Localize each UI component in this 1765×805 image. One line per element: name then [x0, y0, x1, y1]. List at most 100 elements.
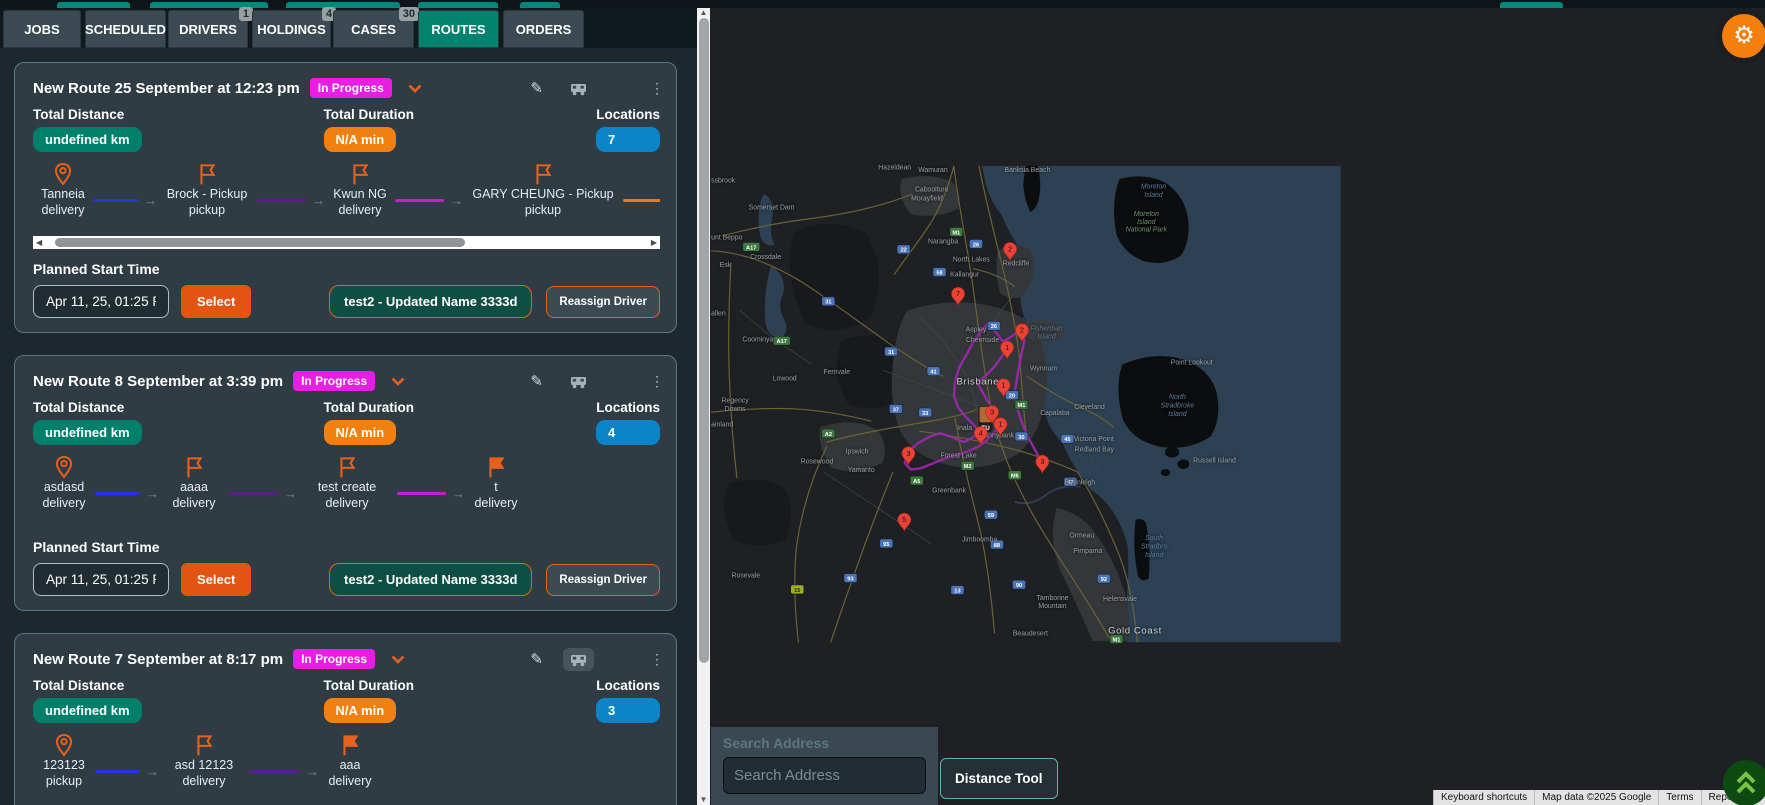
scroll-right-arrow[interactable]: ▶: [648, 238, 660, 247]
status-chevron-down[interactable]: [391, 377, 405, 386]
map-place-label: Chermside: [966, 337, 999, 344]
stops-scrollbar[interactable]: ◀ ▶: [33, 236, 660, 249]
stop-flag-icon: [341, 733, 360, 757]
map-place-label: National Park: [1126, 227, 1168, 234]
total-distance: Total Distance undefined km: [33, 678, 142, 723]
reassign-driver-button[interactable]: Reassign Driver: [546, 285, 660, 318]
map-place-label: Stradbroke: [1161, 402, 1195, 409]
svg-text:3: 3: [990, 409, 994, 417]
route-stop: Tanneia delivery: [33, 162, 93, 234]
stop-pin-icon: [54, 455, 74, 479]
stop-type: delivery: [42, 496, 86, 510]
map-place-label: Mountain: [1038, 603, 1066, 610]
planned-start-time-input[interactable]: [33, 563, 169, 596]
flag-icon: [199, 164, 215, 185]
tab-label: DRIVERS: [179, 21, 237, 37]
attribution-item[interactable]: Terms: [1658, 790, 1701, 805]
tab-scheduled[interactable]: SCHEDULED: [85, 10, 166, 48]
stop-flag-icon: [351, 162, 370, 186]
svg-text:90: 90: [1016, 583, 1022, 589]
collapse-panel-button[interactable]: [1723, 760, 1765, 805]
card-menu-icon[interactable]: ⋮: [650, 373, 664, 390]
planned-start-time-label: Planned Start Time: [33, 261, 160, 277]
svg-text:3: 3: [906, 450, 910, 458]
stop-type: delivery: [328, 774, 372, 788]
map-place-label: Rosevale: [732, 573, 761, 580]
connector-arrow-icon: →: [284, 485, 297, 501]
map-place-label: Island: [1145, 552, 1163, 559]
attribution-item[interactable]: Keyboard shortcuts: [1433, 790, 1535, 805]
distance-tool-button[interactable]: Distance Tool: [940, 758, 1058, 799]
tab-orders[interactable]: ORDERS: [503, 10, 584, 48]
map-place-label: Beenleigh: [1065, 480, 1096, 487]
panel-scrollbar[interactable]: ▲ ▼: [697, 8, 710, 805]
road-shield: 26: [969, 239, 983, 249]
tab-routes[interactable]: ROUTES: [418, 10, 499, 48]
svg-text:58: 58: [936, 270, 942, 276]
scroll-up-arrow[interactable]: ▲: [697, 8, 710, 17]
card-menu-icon[interactable]: ⋮: [650, 651, 664, 668]
tab-jobs[interactable]: JOBS: [3, 10, 81, 48]
total-duration-value: N/A min: [323, 420, 397, 445]
planned-start-time-input[interactable]: [33, 285, 169, 318]
tab-holdings[interactable]: HOLDINGS 4: [252, 7, 336, 48]
svg-text:M1: M1: [1113, 637, 1121, 643]
svg-text:1: 1: [1005, 344, 1009, 352]
svg-text:M1: M1: [1017, 403, 1025, 409]
road-shield: 93: [843, 573, 858, 583]
search-address-input[interactable]: [723, 757, 926, 794]
stops-scrollbar-thumb[interactable]: [55, 238, 465, 247]
total-duration-label: Total Duration: [323, 678, 415, 693]
map-place-label: North: [1169, 394, 1186, 401]
map-canvas[interactable]: M1 26 22 58 A17 31 A17 26 31 41 37 33 20 M1 30 45 A2 M2 M6…: [710, 8, 1765, 805]
scroll-left-arrow[interactable]: ◀: [33, 238, 45, 247]
route-card: New Route 8 September at 3:39 pm In Progr…: [14, 355, 677, 611]
status-badge: In Progress: [309, 78, 392, 98]
card-menu-icon[interactable]: ⋮: [650, 80, 664, 97]
route-metrics-row: Total Distance undefined km Total Duration…: [33, 678, 660, 723]
stops-scrollbar-track[interactable]: [45, 238, 648, 247]
edit-pencil-icon[interactable]: ✎: [530, 79, 543, 97]
tab-label: ORDERS: [515, 21, 572, 37]
van-icon: [571, 654, 586, 666]
route-card: New Route 25 September at 12:23 pm In Pro…: [14, 62, 677, 333]
select-time-button[interactable]: Select: [181, 285, 252, 318]
status-chevron-down[interactable]: [408, 84, 422, 93]
tab-badge: 30: [398, 7, 419, 21]
scrollbar-thumb[interactable]: [698, 18, 709, 663]
assign-vehicle-button[interactable]: [563, 370, 594, 393]
stop-connector: →: [95, 763, 159, 779]
card-header-actions: ✎ ⋮: [530, 647, 664, 671]
route-metrics-row: Total Distance undefined km Total Duration…: [33, 107, 660, 152]
driver-badge: test2 - Updated Name 3333d: [329, 563, 533, 596]
tab-badge: 1: [238, 7, 253, 21]
location-pin-icon: [54, 162, 72, 186]
road-shield: 92: [1097, 573, 1111, 584]
scroll-down-arrow[interactable]: ▼: [697, 795, 710, 804]
connector-line: [229, 491, 278, 495]
locations-label: Locations: [596, 400, 660, 415]
status-chevron-down[interactable]: [391, 655, 405, 664]
total-duration-label: Total Duration: [323, 400, 415, 415]
assign-vehicle-button[interactable]: [563, 77, 594, 100]
status-badge: In Progress: [293, 649, 376, 669]
connector-line: [249, 769, 300, 773]
assign-vehicle-button[interactable]: [563, 647, 594, 671]
map-settings-button[interactable]: ⚙: [1722, 14, 1765, 58]
tab-drivers[interactable]: DRIVERS 1: [168, 7, 253, 48]
connector-arrow-icon: →: [306, 763, 319, 779]
select-time-button[interactable]: Select: [181, 563, 252, 596]
stop-name: GARY CHEUNG - Pickup: [472, 187, 614, 201]
attribution-item[interactable]: Map data ©2025 Google: [1534, 790, 1659, 805]
map-place-label: Island: [1037, 334, 1055, 341]
locations-label: Locations: [596, 678, 660, 693]
edit-pencil-icon[interactable]: ✎: [530, 650, 543, 668]
flag-icon: [352, 164, 368, 185]
tab-cases[interactable]: CASES 30: [333, 7, 419, 48]
reassign-driver-button[interactable]: Reassign Driver: [546, 563, 660, 596]
road-shield: M2: [960, 460, 975, 471]
stop-connector: →: [95, 485, 159, 501]
connector-line: [623, 198, 660, 202]
edit-pencil-icon[interactable]: ✎: [530, 372, 543, 390]
map-place-label: Ipswich: [846, 448, 869, 455]
